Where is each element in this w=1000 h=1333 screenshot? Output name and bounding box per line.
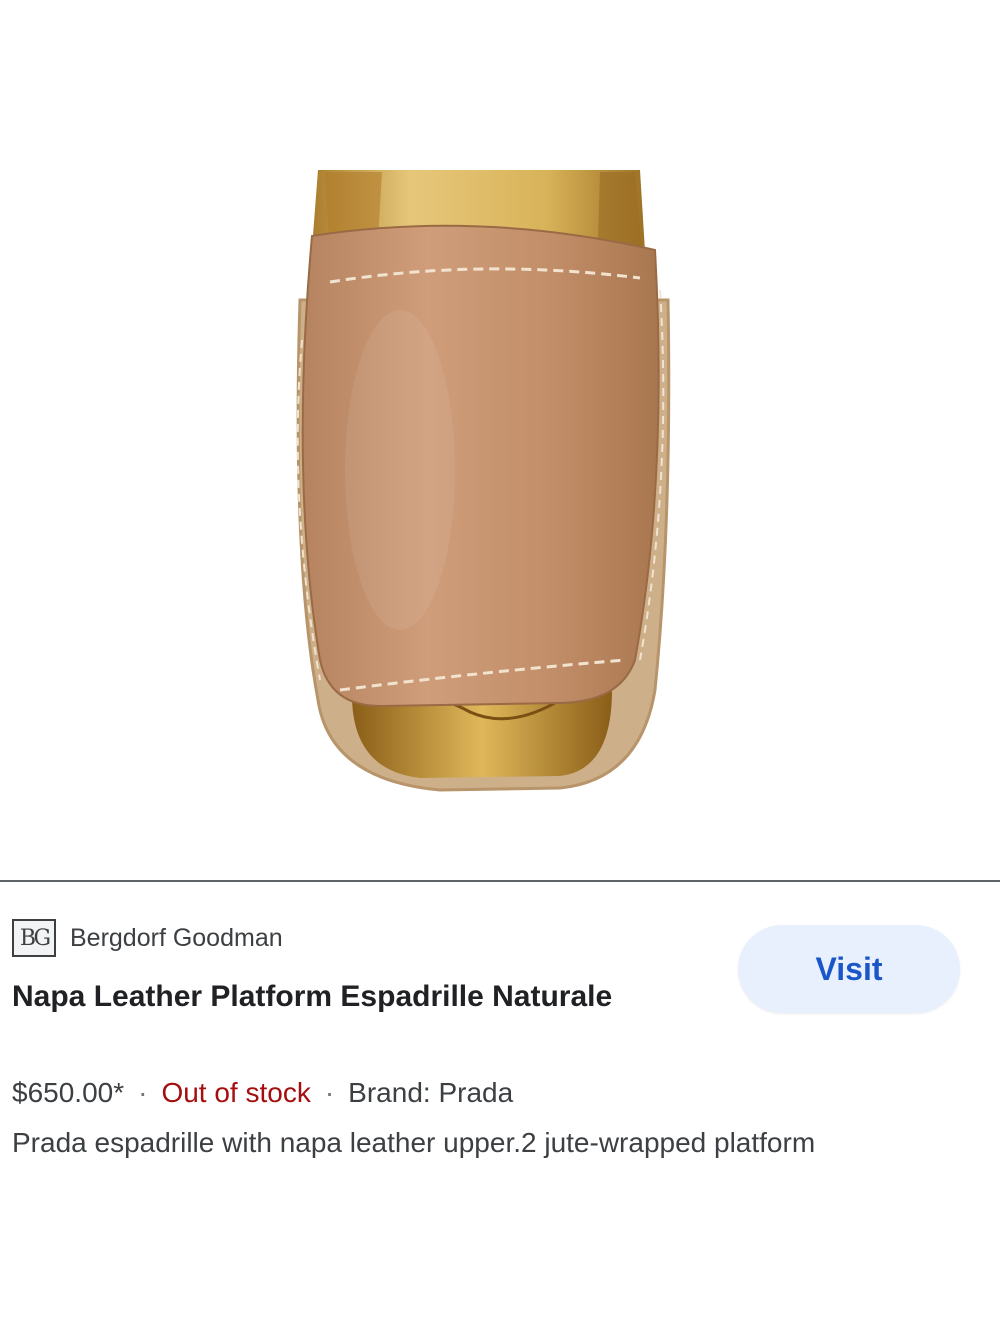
divider [0,880,1000,882]
merchant-logo: BG [12,919,56,957]
merchant-name: Bergdorf Goodman [70,923,283,952]
product-image[interactable] [0,0,1000,880]
product-description: Prada espadrille with napa leather upper… [12,1127,816,1158]
product-meta: $650.00* · Out of stock · Brand: Prada [12,1074,513,1112]
separator-dot: · [324,1077,335,1108]
separator-dot: · [138,1077,148,1108]
brand: Brand: Prada [348,1077,514,1108]
sandal-illustration [296,170,671,792]
merchant-row[interactable]: BG Bergdorf Goodman [12,918,283,958]
product-title[interactable]: Napa Leather Platform Espadrille Natural… [12,972,712,1022]
stock-status: Out of stock [161,1077,311,1108]
visit-button[interactable]: Visit [738,925,960,1013]
price: $650.00* [12,1077,125,1108]
